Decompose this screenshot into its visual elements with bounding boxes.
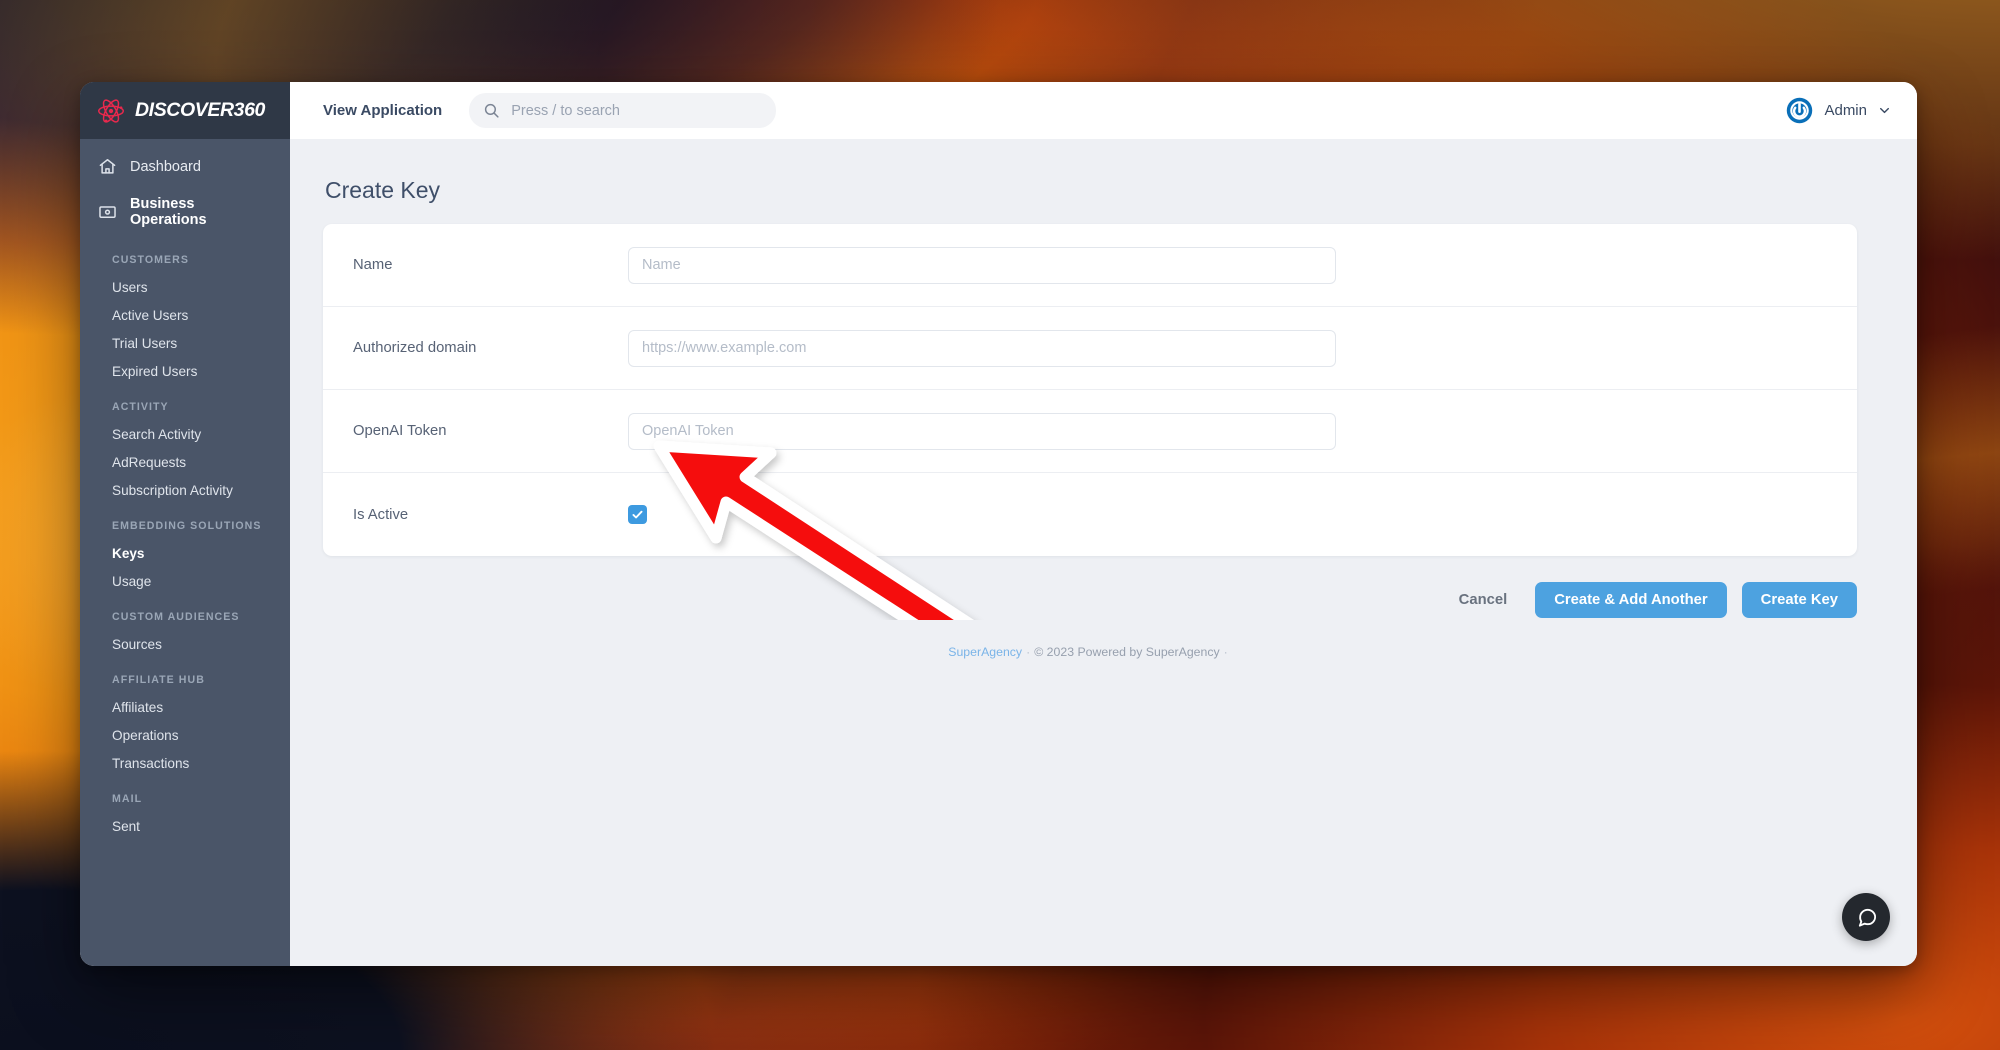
main-column: View Application Admin: [290, 82, 1917, 966]
sidebar-nav: Dashboard Business Operations CUSTOMERS …: [80, 139, 290, 840]
application-window: DISCOVER360 Dashboard Business Operation…: [80, 82, 1917, 966]
brand-name: DISCOVER360: [135, 99, 265, 121]
sidebar-item-affiliates[interactable]: Affiliates: [80, 693, 290, 721]
form-label-is-active: Is Active: [353, 506, 409, 523]
sidebar-group-title-embedding-solutions: EMBEDDING SOLUTIONS: [112, 520, 262, 532]
presentation-icon: [99, 205, 116, 218]
desktop-background: DISCOVER360 Dashboard Business Operation…: [0, 0, 2000, 1050]
chat-bubble-icon: [1858, 908, 1876, 927]
atom-icon: [98, 98, 124, 123]
name-input[interactable]: [628, 246, 1336, 284]
home-icon: [99, 159, 116, 174]
footer-trailing-separator: ·: [1223, 645, 1228, 659]
sidebar-item-dashboard[interactable]: Dashboard: [80, 147, 290, 186]
form-row-is-active: Is Active: [323, 473, 1857, 556]
create-and-add-another-button[interactable]: Create & Add Another: [1535, 582, 1727, 618]
chat-support-button[interactable]: [1842, 893, 1890, 941]
content-area: Create Key Name Authorized domain OpenAI…: [290, 139, 1917, 966]
is-active-checkbox[interactable]: [628, 505, 647, 524]
form-actions: Cancel Create & Add Another Create Key: [323, 582, 1857, 618]
sidebar-item-adrequests[interactable]: AdRequests: [80, 448, 290, 476]
topbar: View Application Admin: [290, 82, 1917, 139]
sidebar-group-title-mail: MAIL: [112, 793, 143, 805]
cancel-button[interactable]: Cancel: [1446, 592, 1521, 608]
sidebar-item-expired-users[interactable]: Expired Users: [80, 357, 290, 385]
sidebar-item-operations[interactable]: Operations: [80, 721, 290, 749]
search-input[interactable]: [511, 102, 763, 119]
sidebar-item-transactions[interactable]: Transactions: [80, 749, 290, 777]
form-row-openai-token: OpenAI Token: [323, 390, 1857, 473]
footer-superagency-link[interactable]: SuperAgency: [948, 645, 1022, 659]
search-icon: [485, 103, 499, 118]
power-circle-avatar-icon: [1787, 97, 1813, 124]
sidebar-item-usage[interactable]: Usage: [80, 567, 290, 595]
check-icon: [632, 510, 643, 519]
sidebar-bottom-fade: [80, 940, 290, 966]
sidebar-item-trial-users[interactable]: Trial Users: [80, 329, 290, 357]
sidebar-item-sent[interactable]: Sent: [80, 812, 290, 840]
form-row-name: Name: [323, 224, 1857, 307]
user-menu-label: Admin: [1824, 102, 1867, 119]
sidebar-item-keys[interactable]: Keys: [80, 539, 290, 567]
footer: SuperAgency · © 2023 Powered by SuperAgenc…: [323, 645, 1857, 659]
sidebar-item-subscription-activity[interactable]: Subscription Activity: [80, 476, 290, 504]
sidebar-group-title-custom-audiences: CUSTOM AUDIENCES: [112, 611, 240, 623]
sidebar-item-users[interactable]: Users: [80, 273, 290, 301]
search-box[interactable]: [469, 93, 777, 128]
form-label-authorized-domain: Authorized domain: [353, 340, 477, 356]
form-label-openai-token: OpenAI Token: [353, 423, 447, 439]
sidebar-item-active-users[interactable]: Active Users: [80, 301, 290, 329]
sidebar-item-sources[interactable]: Sources: [80, 630, 290, 658]
sidebar-item-search-activity[interactable]: Search Activity: [80, 420, 290, 448]
authorized-domain-input[interactable]: [628, 329, 1336, 367]
create-key-form-card: Name Authorized domain OpenAI Token Is A…: [323, 224, 1857, 556]
form-label-name: Name: [353, 257, 393, 273]
sidebar-item-business-operations-label: Business Operations: [130, 196, 207, 228]
page-title: Create Key: [325, 177, 441, 203]
user-menu[interactable]: Admin: [1786, 97, 1891, 124]
sidebar-item-business-operations[interactable]: Business Operations: [80, 186, 290, 238]
footer-copyright: © 2023 Powered by SuperAgency: [1034, 645, 1220, 659]
openai-token-input[interactable]: [628, 412, 1336, 450]
view-application-link[interactable]: View Application: [323, 102, 442, 119]
sidebar-group-title-affiliate-hub: AFFILIATE HUB: [112, 674, 205, 686]
sidebar-group-title-activity: ACTIVITY: [112, 401, 169, 413]
sidebar: DISCOVER360 Dashboard Business Operation…: [80, 82, 290, 966]
create-key-button[interactable]: Create Key: [1741, 582, 1857, 618]
form-row-authorized-domain: Authorized domain: [323, 307, 1857, 390]
sidebar-item-dashboard-label: Dashboard: [130, 158, 201, 175]
sidebar-group-title-customers: CUSTOMERS: [112, 254, 189, 266]
chevron-down-icon: [1880, 107, 1889, 114]
brand-logo[interactable]: DISCOVER360: [80, 82, 290, 139]
footer-separator: ·: [1026, 645, 1031, 659]
